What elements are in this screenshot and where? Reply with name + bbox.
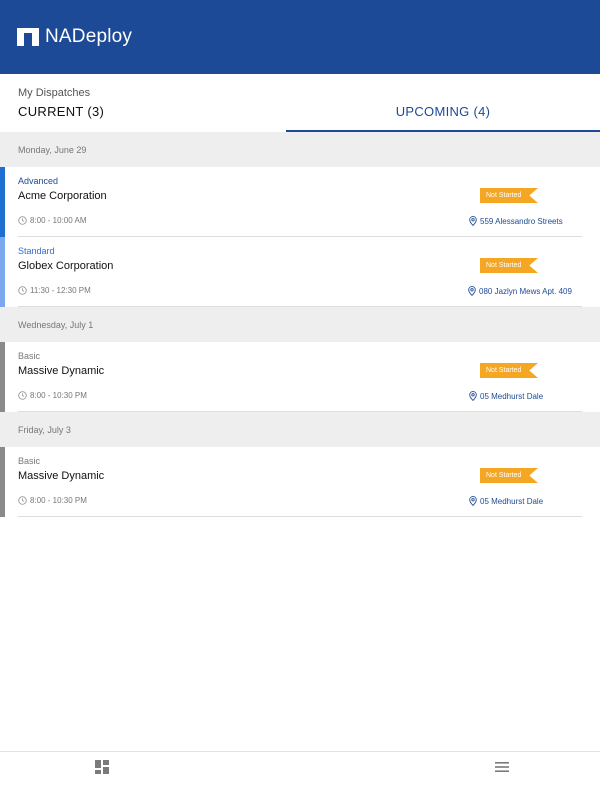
clock-icon <box>18 496 27 505</box>
hamburger-menu-icon <box>495 762 509 772</box>
app-header: NADeploy <box>0 0 600 74</box>
priority-bar <box>0 167 5 237</box>
dispatch-address[interactable]: 559 Alessandro Streets <box>469 216 563 226</box>
location-pin-icon <box>469 496 477 506</box>
time-text: 8:00 - 10:30 PM <box>30 496 87 505</box>
tab-current[interactable]: CURRENT (3) <box>18 104 104 132</box>
dispatch-card[interactable]: Basic Massive Dynamic 8:00 - 10:30 PM No… <box>0 447 600 517</box>
date-header: Monday, June 29 <box>0 132 600 167</box>
company-name: Globex Corporation <box>18 260 114 272</box>
company-name: Acme Corporation <box>18 190 107 202</box>
dispatch-time: 11:30 - 12:30 PM <box>18 286 91 295</box>
card-divider <box>18 516 582 517</box>
priority-bar <box>0 237 5 307</box>
bottom-nav <box>0 751 600 800</box>
dispatch-type: Advanced <box>18 176 59 186</box>
clock-icon <box>18 216 27 225</box>
address-text: 080 Jazlyn Mews Apt. 409 <box>479 286 572 296</box>
dispatch-time: 8:00 - 10:00 AM <box>18 216 86 225</box>
address-text: 559 Alessandro Streets <box>480 216 563 226</box>
nadeploy-logo-icon <box>17 28 39 46</box>
time-text: 8:00 - 10:00 AM <box>30 216 87 225</box>
app-root: NADeploy My Dispatches CURRENT (3) UPCOM… <box>0 0 600 800</box>
time-text: 11:30 - 12:30 PM <box>30 286 91 295</box>
location-pin-icon <box>469 216 477 226</box>
dashboard-grid-icon <box>95 760 109 774</box>
clock-icon <box>18 286 27 295</box>
dispatch-tabs: CURRENT (3) UPCOMING (4) <box>0 104 600 132</box>
address-text: 05 Medhurst Dale <box>480 496 544 506</box>
card-divider <box>18 411 582 412</box>
clock-icon <box>18 391 27 400</box>
priority-bar <box>0 447 5 517</box>
page-title: My Dispatches <box>18 87 91 99</box>
dispatch-time: 8:00 - 10:30 PM <box>18 496 87 505</box>
address-text: 05 Medhurst Dale <box>480 391 544 401</box>
location-pin-icon <box>468 286 476 296</box>
dispatch-card[interactable]: Basic Massive Dynamic 8:00 - 10:30 PM No… <box>0 342 600 412</box>
dispatch-type: Basic <box>18 456 41 466</box>
company-name: Massive Dynamic <box>18 365 105 377</box>
dispatch-card[interactable]: Advanced Acme Corporation 8:00 - 10:00 A… <box>0 167 600 237</box>
status-badge: Not Started <box>480 258 538 273</box>
status-badge: Not Started <box>480 188 538 203</box>
dispatch-card[interactable]: Standard Globex Corporation 11:30 - 12:3… <box>0 237 600 307</box>
status-badge: Not Started <box>480 468 538 483</box>
dispatch-type: Standard <box>18 246 55 256</box>
date-header: Wednesday, July 1 <box>0 307 600 342</box>
dispatch-time: 8:00 - 10:30 PM <box>18 391 87 400</box>
menu-nav-button[interactable] <box>493 758 511 776</box>
company-name: Massive Dynamic <box>18 470 105 482</box>
dispatch-address[interactable]: 080 Jazlyn Mews Apt. 409 <box>468 286 572 296</box>
date-header: Friday, July 3 <box>0 412 600 447</box>
app-name: NADeploy <box>45 26 133 47</box>
app-logo: NADeploy <box>17 26 132 48</box>
dispatch-list: Monday, June 29 Advanced Acme Corporatio… <box>0 132 600 517</box>
status-badge: Not Started <box>480 363 538 378</box>
priority-bar <box>0 342 5 412</box>
card-divider <box>18 306 582 307</box>
tab-upcoming[interactable]: UPCOMING (4) <box>286 104 600 132</box>
location-pin-icon <box>469 391 477 401</box>
dispatch-type: Basic <box>18 351 41 361</box>
time-text: 8:00 - 10:30 PM <box>30 391 87 400</box>
dispatch-address[interactable]: 05 Medhurst Dale <box>469 496 543 506</box>
dashboard-nav-button[interactable] <box>93 758 111 776</box>
dispatch-address[interactable]: 05 Medhurst Dale <box>469 391 543 401</box>
